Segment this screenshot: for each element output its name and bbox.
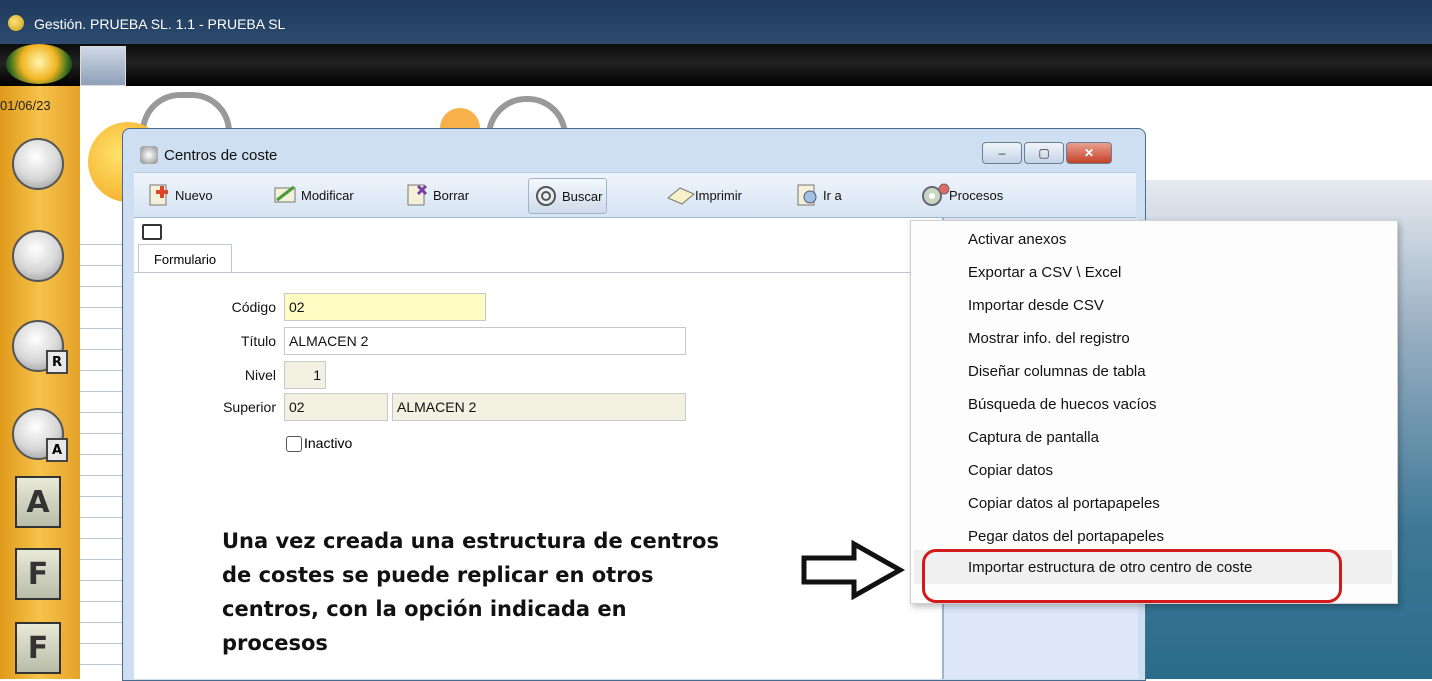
main-toolbar xyxy=(0,44,1432,86)
sidebar-user-r-button[interactable]: R xyxy=(6,316,70,376)
menu-item-pegar-portapapeles[interactable]: Pegar datos del portapapeles xyxy=(968,528,1164,545)
note-line: Una vez creada una estructura de centros xyxy=(222,529,719,553)
new-document-icon xyxy=(146,182,172,208)
inactivo-label: Inactivo xyxy=(304,435,353,451)
menu-item-importar-csv[interactable]: Importar desde CSV xyxy=(968,297,1104,314)
superior-name-field: ALMACEN 2 xyxy=(392,393,686,421)
nivel-field[interactable]: 1 xyxy=(284,361,326,389)
menu-item-copiar-portapapeles[interactable]: Copiar datos al portapapeles xyxy=(968,495,1160,512)
borrar-label: Borrar xyxy=(433,187,470,203)
explanation-note: Una vez creada una estructura de centros… xyxy=(222,524,742,660)
print-icon xyxy=(666,182,695,208)
search-icon xyxy=(533,183,559,209)
menu-item-captura-pantalla[interactable]: Captura de pantalla xyxy=(968,429,1099,446)
tool-button[interactable] xyxy=(80,46,126,86)
users-icon xyxy=(12,138,64,190)
titulo-field[interactable]: ALMACEN 2 xyxy=(284,327,686,355)
window-title: Centros de coste xyxy=(164,147,278,164)
menu-item-mostrar-info[interactable]: Mostrar info. del registro xyxy=(968,330,1130,347)
nivel-label: Nivel xyxy=(244,367,276,383)
nuevo-button[interactable]: Nuevo xyxy=(146,178,213,212)
sidebar-f-button[interactable]: F xyxy=(6,544,70,604)
imprimir-button[interactable]: Imprimir xyxy=(666,178,742,212)
tab-formulario[interactable]: Formulario xyxy=(138,244,232,273)
codigo-label: Código xyxy=(231,299,276,315)
date-label: 01/06/23 xyxy=(0,98,51,113)
note-line: procesos xyxy=(222,631,328,655)
close-button[interactable]: ✕ xyxy=(1066,142,1112,164)
sidebar-users-button[interactable] xyxy=(6,134,70,194)
window-controls: – ▢ ✕ xyxy=(982,142,1112,164)
ir-a-button[interactable]: Ir a xyxy=(794,178,842,212)
sidebar-user-a-button[interactable]: A xyxy=(6,404,70,464)
buscar-button[interactable]: Buscar xyxy=(528,178,608,214)
modificar-label: Modificar xyxy=(301,187,354,203)
letter-f2-icon: F xyxy=(15,622,61,674)
arrow-right-icon xyxy=(801,540,906,600)
background-band xyxy=(1144,128,1432,180)
letter-f-icon: F xyxy=(15,548,61,600)
menu-item-disenar-columnas[interactable]: Diseñar columnas de tabla xyxy=(968,363,1146,380)
app-title: Gestión. PRUEBA SL. 1.1 - PRUEBA SL xyxy=(34,16,286,32)
window-icon xyxy=(140,146,158,164)
menu-item-activar-anexos[interactable]: Activar anexos xyxy=(968,231,1066,248)
gear-icon xyxy=(920,182,950,208)
maximize-button[interactable]: ▢ xyxy=(1024,142,1064,164)
sidebar-user-button[interactable] xyxy=(6,226,70,286)
minimize-button[interactable]: – xyxy=(982,142,1022,164)
sidebar-f2-button[interactable]: F xyxy=(6,618,70,678)
titulo-label: Título xyxy=(240,333,276,349)
tab-divider xyxy=(134,272,942,273)
highlight-ring xyxy=(922,549,1342,603)
imprimir-label: Imprimir xyxy=(695,187,742,203)
inactivo-checkbox[interactable] xyxy=(286,436,302,452)
user-r-icon: R xyxy=(12,320,68,374)
ir-a-label: Ir a xyxy=(823,187,842,203)
grid-icon[interactable] xyxy=(142,224,162,240)
goto-icon xyxy=(794,182,820,208)
menu-item-busqueda-huecos[interactable]: Búsqueda de huecos vacíos xyxy=(968,396,1156,413)
procesos-button[interactable]: Procesos xyxy=(920,178,1003,212)
procesos-label: Procesos xyxy=(949,187,1004,203)
buscar-label: Buscar xyxy=(562,188,603,204)
codigo-field[interactable]: 02 xyxy=(284,293,486,321)
sidebar-a-button[interactable]: A xyxy=(6,472,70,532)
background-grid xyxy=(80,224,123,679)
menu-item-exportar-csv[interactable]: Exportar a CSV \ Excel xyxy=(968,264,1121,281)
modificar-button[interactable]: Modificar xyxy=(272,178,354,212)
superior-code-field[interactable]: 02 xyxy=(284,393,388,421)
orb-icon[interactable] xyxy=(6,44,72,84)
app-icon xyxy=(8,15,24,31)
user-a-icon: A xyxy=(12,408,68,462)
menu-item-copiar-datos[interactable]: Copiar datos xyxy=(968,462,1053,479)
note-line: centros, con la opción indicada en xyxy=(222,597,627,621)
letter-a-icon: A xyxy=(15,476,61,528)
delete-icon xyxy=(404,182,430,208)
user-icon xyxy=(12,230,64,282)
nuevo-label: Nuevo xyxy=(175,187,213,203)
borrar-button[interactable]: Borrar xyxy=(404,178,469,212)
note-line: de costes se puede replicar en otros xyxy=(222,563,654,587)
edit-icon xyxy=(272,182,298,208)
superior-label: Superior xyxy=(223,399,276,415)
